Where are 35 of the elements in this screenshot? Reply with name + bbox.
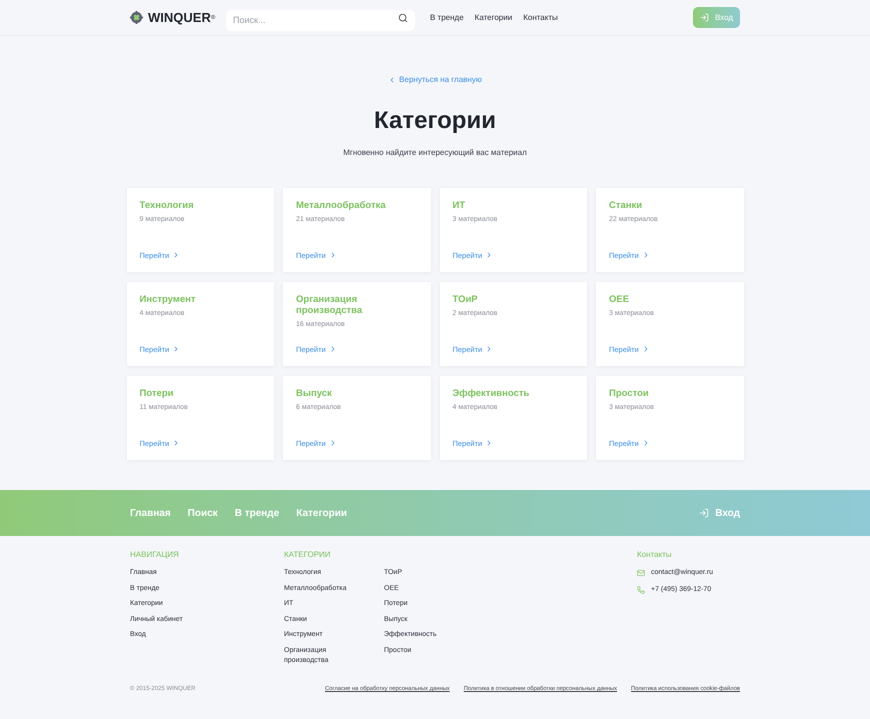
nav-link[interactable]: Категории [474, 12, 512, 24]
login-icon [699, 508, 710, 518]
category-title[interactable]: Эффективность [452, 388, 574, 399]
category-title[interactable]: Организация производства [296, 294, 418, 316]
page-subtitle: Мгновенно найдите интересующий вас материал [343, 147, 527, 159]
category-title[interactable]: Потери [140, 388, 261, 399]
footer-heading: Контакты [637, 549, 673, 561]
footer-login-link[interactable]: Вход [699, 506, 740, 520]
category-title[interactable]: Простои [609, 388, 730, 399]
category-title[interactable]: ТОиР [452, 294, 574, 305]
mail-icon [637, 569, 645, 578]
logo-icon [130, 11, 143, 24]
category-title[interactable]: Выпуск [296, 388, 418, 399]
login-icon [700, 13, 709, 22]
search-icon[interactable] [398, 12, 408, 22]
footer-bar-link[interactable]: Категории [296, 506, 348, 520]
phone-icon [637, 586, 645, 594]
nav-link[interactable]: В тренде [430, 12, 464, 24]
footer-bar-link[interactable]: Главная [130, 506, 171, 520]
category-title[interactable]: ИТ [452, 200, 574, 211]
category-title[interactable]: Металлообработка [296, 200, 418, 211]
footer-heading: КАТЕГОРИИ [284, 549, 332, 561]
category-title[interactable]: OEE [609, 294, 730, 305]
footer-heading: НАВИГАЦИЯ [130, 549, 180, 561]
footer-bar-link[interactable]: Поиск [188, 506, 218, 520]
category-title[interactable]: Технология [140, 200, 261, 211]
login-button[interactable]: Вход [693, 7, 740, 28]
footer-bar-link[interactable]: В тренде [234, 506, 280, 520]
nav-link[interactable]: Контакты [523, 12, 558, 24]
category-title[interactable]: Инструмент [140, 294, 261, 305]
logo-text: WINQUER$^{®}$ [148, 8, 216, 27]
category-title[interactable]: Станки [609, 200, 730, 211]
page-title: Категории [374, 109, 496, 133]
search-field[interactable]: Поиск... [226, 10, 415, 30]
back-link[interactable]: Вернуться на главную [388, 74, 482, 86]
